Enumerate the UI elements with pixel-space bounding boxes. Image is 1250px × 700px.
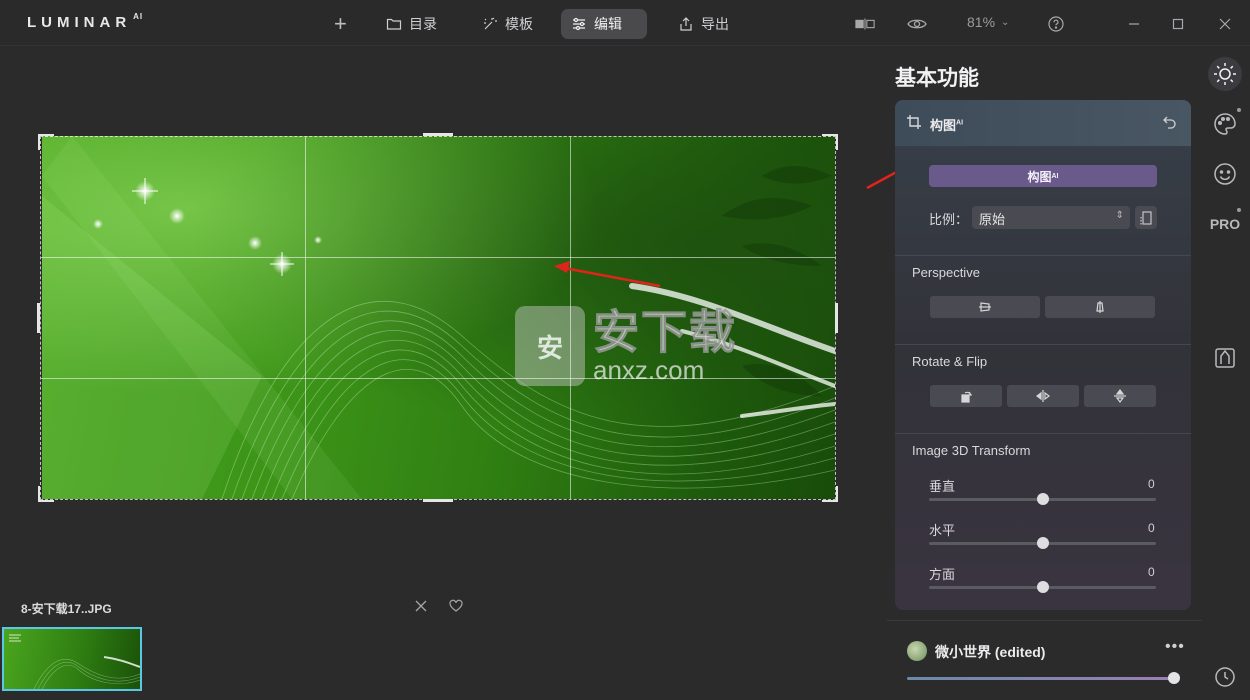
section-divider — [895, 433, 1191, 434]
chevron-down-icon: ⌄ — [1001, 16, 1010, 28]
rotate-icon — [961, 391, 973, 403]
image-3d-transform-label: Image 3D Transform — [912, 443, 1031, 458]
slider-track-vertical[interactable] — [929, 493, 1156, 505]
preset-amount-thumb[interactable] — [1168, 672, 1180, 684]
watermark-shield-icon: 安 — [515, 306, 585, 386]
magic-wand-icon — [484, 17, 497, 30]
ai-compose-button[interactable]: 构图 AI — [929, 165, 1157, 187]
zoom-dropdown[interactable]: 81% ⌄ — [967, 14, 1009, 30]
preset-amount-slider[interactable] — [907, 672, 1180, 684]
up-down-chevron-icon: ⇕ — [1115, 210, 1124, 221]
watermark: 安 安下载 anxz.com — [515, 306, 737, 386]
ratio-select[interactable]: 原始 ⇕ — [972, 206, 1130, 229]
nav-edit-label: 编辑 — [594, 16, 622, 32]
slider-label-vertical: 垂直 — [929, 479, 956, 494]
file-name: 8-安下载17..JPG — [21, 602, 112, 616]
nav-export-button[interactable]: 导出 — [668, 9, 739, 39]
crop-handle-left[interactable] — [37, 303, 40, 333]
smiley-icon[interactable] — [1210, 159, 1240, 189]
slider-value-horizontal: 0 — [1148, 521, 1155, 535]
eye-icon[interactable] — [907, 14, 927, 34]
close-icon[interactable] — [414, 599, 428, 613]
slider-thumb-aspect[interactable] — [1036, 581, 1049, 593]
orientation-toggle-button[interactable] — [1135, 206, 1157, 229]
section-divider — [895, 344, 1191, 345]
section-divider — [895, 255, 1191, 256]
nav-catalog-button[interactable]: 目录 — [376, 9, 447, 39]
history-clock-icon[interactable] — [1210, 662, 1240, 692]
perspective-label: Perspective — [912, 265, 980, 280]
flip-vertical-button[interactable] — [1084, 385, 1156, 407]
app-logo: LUMINAR AI — [27, 12, 144, 31]
perspective-horizontal-button[interactable] — [930, 296, 1040, 318]
slider-thumb-vertical[interactable] — [1036, 493, 1049, 505]
rotate-button[interactable] — [930, 385, 1002, 407]
plus-icon: + — [334, 11, 347, 36]
perspective-vertical-button[interactable] — [1045, 296, 1155, 318]
crop-handle-right[interactable] — [835, 303, 838, 333]
crop-handle-top[interactable] — [423, 133, 453, 136]
slider-thumb-horizontal[interactable] — [1036, 537, 1049, 549]
slider-track-aspect[interactable] — [929, 581, 1156, 593]
panel-title: 基本功能 — [895, 67, 979, 90]
crop-handle-bottom-left[interactable] — [38, 486, 54, 502]
flip-horizontal-button[interactable] — [1007, 385, 1079, 407]
watermark-title: 安下载 — [593, 306, 737, 358]
perspective-horizontal-icon — [979, 302, 991, 312]
canvas-icon[interactable] — [1210, 343, 1240, 373]
perspective-vertical-icon — [1096, 301, 1104, 313]
palette-indicator-dot — [1237, 108, 1241, 112]
preset-name: 微小世界 (edited) — [935, 644, 1046, 660]
slider-value-vertical: 0 — [1148, 477, 1155, 491]
nav-export-label: 导出 — [701, 16, 729, 32]
pro-tools-icon[interactable]: PRO — [1210, 209, 1240, 239]
ratio-value: 原始 — [979, 212, 1006, 227]
slider-label-aspect: 方面 — [929, 567, 956, 582]
watermark-domain: anxz.com — [593, 355, 705, 385]
pro-indicator-dot — [1237, 208, 1241, 212]
more-options-button[interactable]: ••• — [1165, 638, 1185, 656]
nav-templates-label: 模板 — [505, 16, 533, 32]
window-close-button[interactable] — [1215, 14, 1235, 34]
sliders-icon — [573, 17, 585, 31]
add-photos-button[interactable]: + — [330, 9, 351, 39]
tools-panel: 构图AI 构图 AI 比例： 原始 ⇕ Perspective Rotate & … — [895, 100, 1191, 610]
rotate-flip-label: Rotate & Flip — [912, 354, 988, 369]
slider-value-aspect: 0 — [1148, 565, 1155, 579]
flip-horizontal-icon — [1036, 390, 1050, 402]
nav-templates-button[interactable]: 模板 — [472, 9, 543, 39]
palette-icon[interactable] — [1210, 109, 1240, 139]
crop-handle-bottom[interactable] — [423, 499, 453, 502]
nav-edit-button[interactable]: 编辑 — [561, 9, 647, 39]
compose-section-header[interactable]: 构图AI — [895, 100, 1191, 146]
undo-icon[interactable] — [1162, 114, 1178, 130]
compose-title: 构图AI — [930, 118, 964, 133]
compare-split-icon[interactable] — [855, 14, 875, 34]
luminar-app: LUMINAR AI + 目录 模板 编辑 导出 81% ⌄ 安 安下载 anx… — [0, 0, 1250, 700]
slider-track-horizontal[interactable] — [929, 537, 1156, 549]
flip-vertical-icon — [1114, 389, 1126, 403]
nav-catalog-label: 目录 — [409, 16, 437, 32]
folder-icon — [386, 18, 402, 30]
sun-icon[interactable] — [1208, 57, 1242, 91]
crop-handle-top-right[interactable] — [822, 134, 838, 150]
window-maximize-button[interactable] — [1168, 14, 1188, 34]
zoom-value: 81% — [967, 14, 996, 30]
ratio-label: 比例： — [929, 212, 969, 227]
photo-thumbnail[interactable] — [2, 627, 142, 691]
crop-handle-top-left[interactable] — [38, 134, 54, 150]
thumbnail-decoration — [9, 634, 141, 690]
heart-icon[interactable] — [449, 599, 463, 613]
preset-bar: 微小世界 (edited) ••• — [887, 620, 1202, 700]
window-minimize-button[interactable] — [1124, 14, 1144, 34]
slider-label-horizontal: 水平 — [929, 523, 956, 538]
export-icon — [680, 17, 692, 31]
top-bar: LUMINAR AI + 目录 模板 编辑 导出 81% ⌄ — [0, 0, 1250, 46]
crop-handle-bottom-right[interactable] — [822, 486, 838, 502]
help-icon[interactable] — [1046, 14, 1066, 34]
preset-avatar — [907, 641, 927, 661]
crop-icon — [906, 114, 922, 130]
